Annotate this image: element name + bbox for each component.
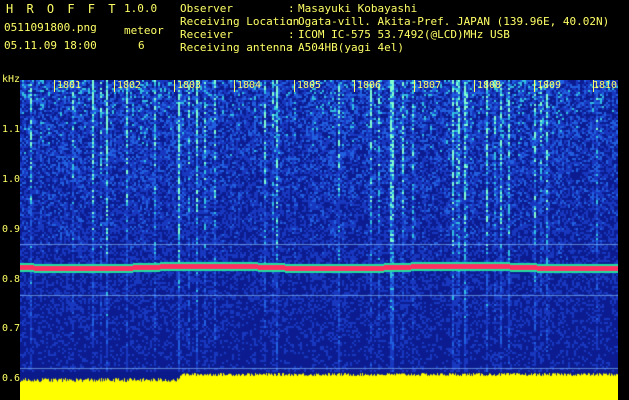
x-tick-label: 1807 — [417, 80, 442, 91]
y-tick-label: 0.7 — [2, 323, 21, 334]
info-value: Masayuki Kobayashi — [298, 2, 418, 15]
station-info: Observer : Masayuki Kobayashi Receiving … — [180, 2, 609, 54]
file-name: 0511091800.png — [4, 21, 97, 34]
info-key: Observer — [180, 2, 233, 15]
info-sep: : — [288, 15, 295, 28]
info-row-location: Receiving Location : Ogata-vill. Akita-P… — [180, 15, 609, 28]
info-row-receiver: Receiver : ICOM IC-575 53.7492(@LCD)MHz … — [180, 28, 609, 41]
header-panel: H R O F F T 1.0.0 0511091800.png 05.11.0… — [0, 0, 629, 72]
x-tick-label: 1802 — [117, 80, 142, 91]
x-tick-label: 1809 — [537, 80, 562, 91]
y-tick-label: 0.6 — [2, 373, 21, 384]
info-value: A504HB(yagi 4el) — [298, 41, 404, 54]
info-sep: : — [288, 41, 295, 54]
y-tick-label: 1.1 — [2, 124, 21, 135]
info-sep: : — [288, 2, 295, 15]
info-value: ICOM IC-575 53.7492(@LCD)MHz USB — [298, 28, 510, 41]
spectrogram — [20, 80, 618, 400]
x-tick-label: 1801 — [57, 80, 82, 91]
info-key: Receiving antenna — [180, 41, 293, 54]
x-tick-label: 1805 — [297, 80, 322, 91]
info-row-observer: Observer : Masayuki Kobayashi — [180, 2, 609, 15]
file-datetime: 05.11.09 18:00 — [4, 39, 97, 52]
info-sep: : — [288, 28, 295, 41]
x-tick-label: 1804 — [237, 80, 262, 91]
app-version: 1.0.0 — [124, 2, 158, 15]
y-tick-label: 1.0 — [2, 174, 21, 185]
x-tick-label: 1808 — [477, 80, 502, 91]
info-row-antenna: Receiving antenna : A504HB(yagi 4el) — [180, 41, 609, 54]
y-axis-unit: kHz — [2, 74, 21, 85]
info-key: Receiver — [180, 28, 233, 41]
app-title: H R O F F T — [6, 2, 119, 16]
x-tick-label: 1803 — [177, 80, 202, 91]
x-tick-label: 1806 — [357, 80, 382, 91]
meteor-label: meteor — [124, 24, 164, 37]
info-key: Receiving Location — [180, 15, 300, 28]
info-value: Ogata-vill. Akita-Pref. JAPAN (139.96E, … — [298, 15, 610, 28]
y-tick-label: 0.8 — [2, 274, 21, 285]
y-tick-label: 0.9 — [2, 224, 21, 235]
meteor-count: 6 — [138, 39, 145, 52]
spectrogram-canvas — [20, 80, 618, 400]
x-tick-label: 1810 — [593, 80, 618, 91]
